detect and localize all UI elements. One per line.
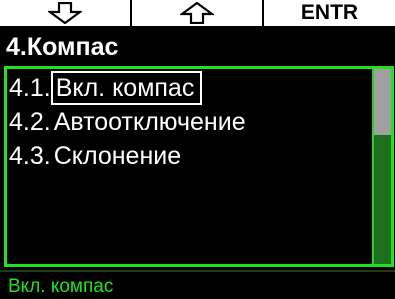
- menu-item-compass-on[interactable]: 4.1. Вкл. компас: [9, 71, 203, 105]
- menu-item-auto-off[interactable]: 4.2. Автоотключение: [9, 105, 250, 139]
- menu-item-label: Автоотключение: [53, 108, 246, 136]
- arrow-down-outline-icon: [48, 2, 82, 24]
- menu-item-number: 4.2.: [9, 108, 51, 136]
- menu-item-number: 4.3.: [9, 142, 51, 170]
- page-title: 4.Компас: [6, 33, 119, 61]
- status-text: Вкл. компас: [8, 276, 114, 297]
- softkey-up-button[interactable]: [132, 0, 262, 26]
- menu-item-label: Склонение: [53, 142, 182, 170]
- softkey-down-button[interactable]: [0, 0, 130, 26]
- scroll-thumb[interactable]: [374, 69, 391, 135]
- softkey-enter-button[interactable]: ENTR: [264, 0, 395, 26]
- divider: [0, 270, 395, 272]
- softkey-bar: ENTR: [0, 0, 395, 28]
- menu-item-number: 4.1.: [9, 74, 51, 102]
- menu-item-label: Вкл. компас: [50, 71, 203, 105]
- enter-label: ENTR: [300, 1, 359, 24]
- menu-item-declination[interactable]: 4.3. Склонение: [9, 139, 185, 173]
- scrollbar[interactable]: [372, 69, 391, 264]
- menu-frame: 4.1. Вкл. компас 4.2. Автоотключение 4.3. С…: [4, 66, 394, 267]
- arrow-up-outline-icon: [180, 2, 214, 24]
